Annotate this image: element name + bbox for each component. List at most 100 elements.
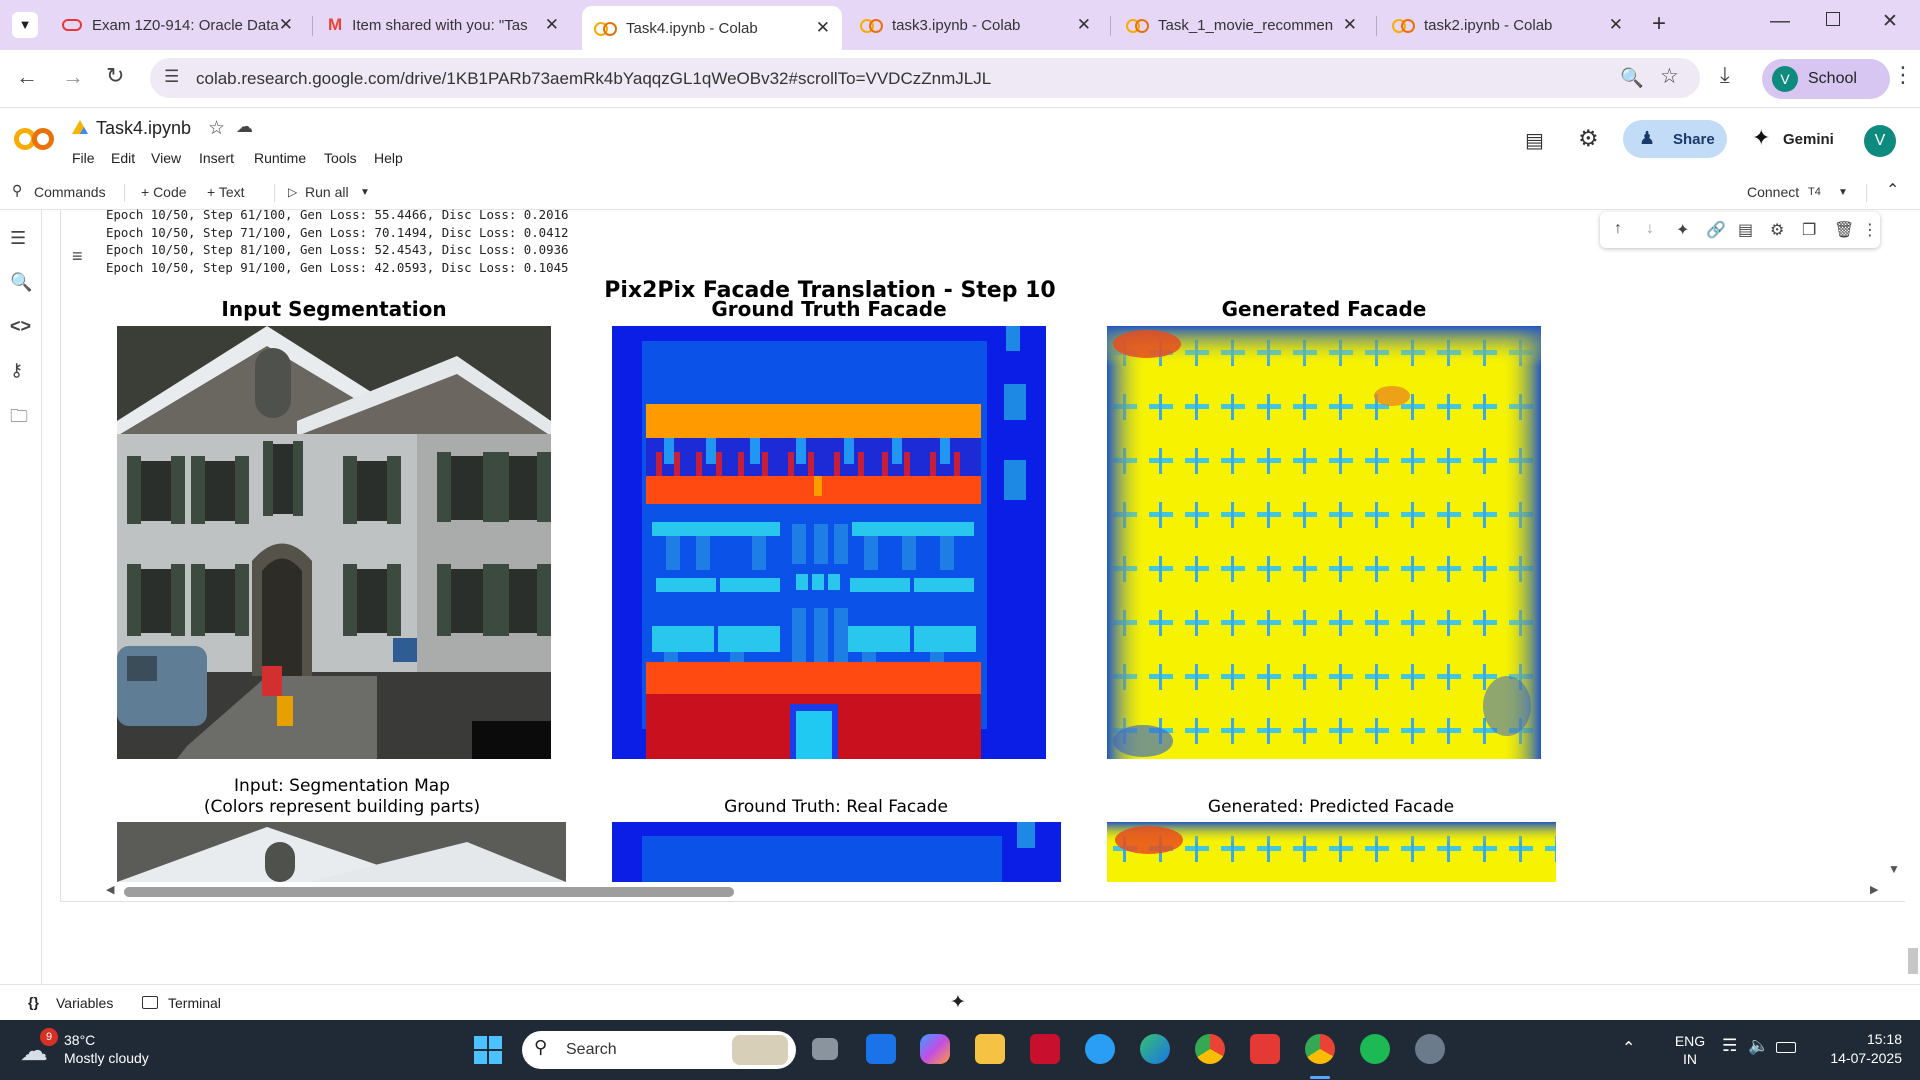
chrome-profile-icon[interactable] <box>1305 1034 1335 1064</box>
menu-file[interactable]: File <box>72 150 95 166</box>
close-icon[interactable]: ✕ <box>1343 15 1357 35</box>
tab-search-button[interactable]: ▼ <box>12 12 38 38</box>
find-replace-icon[interactable]: 🔍 <box>10 272 32 293</box>
more-vert-icon[interactable]: ⋮ <box>1862 220 1878 240</box>
play-icon[interactable]: ▷ <box>288 185 297 199</box>
volume-icon[interactable]: 🔈 <box>1748 1036 1769 1056</box>
scrollbar-thumb[interactable] <box>124 887 734 897</box>
download-icon[interactable]: ⤓ <box>1720 62 1730 88</box>
tab-gmail[interactable]: M Item shared with you: "Tas ✕ <box>316 8 571 42</box>
move-down-icon[interactable]: ↓ <box>1646 220 1654 238</box>
tab-task1[interactable]: Task_1_movie_recommend ✕ <box>1114 8 1369 42</box>
table-of-contents-icon[interactable]: ☰ <box>10 228 26 249</box>
close-icon[interactable]: ✕ <box>545 15 559 35</box>
profile-button[interactable]: V School <box>1762 59 1890 99</box>
gemini-sparkle-icon[interactable]: ✦ <box>1676 220 1689 240</box>
minimize-button[interactable]: — <box>1770 10 1790 33</box>
run-all-button[interactable]: Run all <box>305 184 349 200</box>
terminal-icon[interactable] <box>142 996 158 1009</box>
more-menu-icon[interactable]: ⋮ <box>1892 62 1914 88</box>
menu-view[interactable]: View <box>151 150 181 166</box>
search-icon[interactable]: ⚲ <box>12 182 22 199</box>
variables-button[interactable]: Variables <box>56 995 113 1011</box>
mcafee-icon[interactable] <box>1030 1034 1060 1064</box>
edge-icon[interactable] <box>1140 1034 1170 1064</box>
close-icon[interactable]: ✕ <box>1077 15 1091 35</box>
wps-office-icon[interactable] <box>1250 1034 1280 1064</box>
colab-logo[interactable] <box>14 126 56 150</box>
scroll-right-arrow-icon[interactable]: ▶ <box>1870 883 1878 896</box>
variables-icon[interactable]: {} <box>28 994 39 1010</box>
show-hidden-icons[interactable]: ⌃ <box>1622 1038 1635 1058</box>
menu-tools[interactable]: Tools <box>324 150 357 166</box>
start-button[interactable] <box>474 1036 502 1064</box>
address-bar[interactable]: ☰ colab.research.google.com/drive/1KB1PA… <box>150 58 1700 98</box>
gear-icon[interactable]: ⚙ <box>1578 125 1599 152</box>
wifi-icon[interactable]: ☴ <box>1722 1036 1737 1056</box>
share-button[interactable]: ♟ Share <box>1623 120 1727 158</box>
scroll-left-arrow-icon[interactable]: ◀ <box>106 883 114 896</box>
mirror-cell-icon[interactable]: ❐ <box>1802 220 1816 240</box>
battery-icon[interactable] <box>1776 1042 1796 1053</box>
gear-icon[interactable]: ⚙ <box>1770 220 1784 240</box>
gemini-sparkle-icon[interactable]: ✦ <box>950 991 966 1014</box>
files-folder-icon[interactable]: 🗀 <box>10 404 28 434</box>
connect-button[interactable]: Connect <box>1747 184 1799 200</box>
collapse-header-icon[interactable]: ⌃ <box>1886 180 1899 200</box>
add-text-button[interactable]: + Text <box>207 184 245 200</box>
menu-insert[interactable]: Insert <box>199 150 234 166</box>
secrets-key-icon[interactable]: ⚷ <box>10 360 23 381</box>
link-icon[interactable]: 🔗 <box>1706 220 1726 240</box>
back-icon[interactable]: ← <box>16 64 38 90</box>
close-icon[interactable]: ✕ <box>1609 15 1623 35</box>
star-icon[interactable]: ☆ <box>208 117 225 140</box>
scroll-down-arrow-icon[interactable]: ▼ <box>1888 862 1900 876</box>
settings-app-icon[interactable] <box>1415 1034 1445 1064</box>
site-info-icon[interactable]: ☰ <box>164 67 179 87</box>
comment-icon[interactable]: ▤ <box>1738 220 1753 240</box>
new-tab-button[interactable]: + <box>1652 10 1666 38</box>
menu-help[interactable]: Help <box>374 150 403 166</box>
tab-task3[interactable]: task3.ipynb - Colab ✕ <box>848 8 1103 42</box>
bookmark-star-icon[interactable]: ☆ <box>1660 64 1679 89</box>
comments-icon[interactable]: ▤ <box>1525 128 1544 153</box>
connect-dropdown-icon[interactable]: ▼ <box>1838 187 1848 198</box>
chat-app-icon[interactable] <box>1085 1034 1115 1064</box>
gemini-label[interactable]: Gemini <box>1783 131 1834 148</box>
store-icon[interactable] <box>866 1034 896 1064</box>
commands-button[interactable]: Commands <box>34 184 106 200</box>
spotify-icon[interactable] <box>1360 1034 1390 1064</box>
taskbar-search[interactable]: ⚲ Search <box>522 1031 796 1069</box>
run-all-dropdown-icon[interactable]: ▼ <box>360 187 370 198</box>
reload-icon[interactable]: ↻ <box>106 63 124 89</box>
zoom-icon[interactable]: 🔍 <box>1620 66 1644 90</box>
trash-icon[interactable]: 🗑 <box>1834 220 1854 240</box>
copilot-icon[interactable] <box>920 1034 950 1064</box>
output-actions-icon[interactable]: ≡ <box>72 246 83 267</box>
move-up-icon[interactable]: ↑ <box>1614 220 1622 238</box>
url-text[interactable]: colab.research.google.com/drive/1KB1PARb… <box>196 69 991 89</box>
terminal-button[interactable]: Terminal <box>168 995 221 1011</box>
code-snippets-icon[interactable]: <> <box>10 316 31 337</box>
clock[interactable]: 15:18 14-07-2025 <box>1810 1030 1902 1068</box>
file-explorer-icon[interactable] <box>975 1034 1005 1064</box>
menu-runtime[interactable]: Runtime <box>254 150 306 166</box>
add-code-button[interactable]: + Code <box>141 184 187 200</box>
close-window-button[interactable]: ✕ <box>1882 10 1898 33</box>
restore-button[interactable] <box>1826 12 1840 26</box>
language-indicator[interactable]: ENG IN <box>1668 1032 1712 1068</box>
user-avatar[interactable]: V <box>1864 125 1896 157</box>
notebook-title[interactable]: Task4.ipynb <box>96 118 191 139</box>
menu-edit[interactable]: Edit <box>111 150 135 166</box>
tab-task4[interactable]: Task4.ipynb - Colab ✕ <box>582 6 842 50</box>
chrome-icon[interactable] <box>1195 1034 1225 1064</box>
tab-exam[interactable]: Exam 1Z0-914: Oracle Data ✕ <box>50 8 305 42</box>
close-icon[interactable]: ✕ <box>279 15 293 35</box>
forward-icon[interactable]: → <box>62 64 84 90</box>
weather-widget[interactable]: ☁ 9 38°C Mostly cloudy <box>20 1028 180 1072</box>
horizontal-scrollbar[interactable]: ◀ ▶ <box>104 883 1889 897</box>
close-icon[interactable]: ✕ <box>816 18 830 38</box>
gemini-sparkle-icon[interactable]: ✦ <box>1752 125 1770 151</box>
page-scrollbar-thumb[interactable] <box>1908 948 1918 974</box>
tab-task2[interactable]: task2.ipynb - Colab ✕ <box>1380 8 1635 42</box>
